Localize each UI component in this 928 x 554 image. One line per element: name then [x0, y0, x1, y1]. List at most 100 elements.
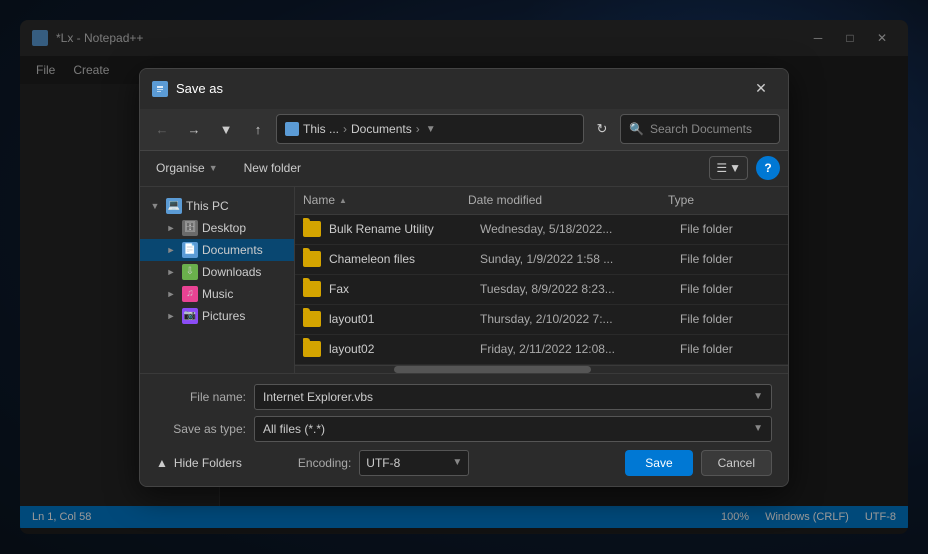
downloads-label: Downloads: [202, 265, 286, 279]
nav-path-segment-2: Documents: [351, 122, 412, 136]
new-folder-button[interactable]: New folder: [234, 157, 311, 179]
sidebar-item-downloads[interactable]: ► ⇩ Downloads: [140, 261, 294, 283]
savetype-label: Save as type:: [156, 422, 246, 436]
documents-expand-icon: ►: [164, 243, 178, 257]
encoding-left: ▲ Hide Folders Encoding: UTF-8 ▼: [156, 450, 469, 476]
scrollbar-thumb[interactable]: [394, 366, 591, 373]
dialog-navbar: ← → ▼ ↑ This ... › Documents › ▼ ↻ 🔍 Sea…: [140, 109, 788, 151]
dialog-sidebar: ▼ 💻 This PC ► 🗄 Desktop ► 📄 Docum: [140, 187, 295, 373]
file-date-4: Friday, 2/11/2022 12:08...: [480, 342, 680, 356]
hide-folders-button[interactable]: ▲ Hide Folders: [156, 456, 242, 470]
table-row[interactable]: Bulk Rename Utility Wednesday, 5/18/2022…: [295, 215, 788, 245]
desktop-label: Desktop: [202, 221, 286, 235]
file-type-1: File folder: [680, 252, 780, 266]
documents-icon: 📄: [182, 242, 198, 258]
dialog-toolbar: Organise ▼ New folder ☰ ▼ ?: [140, 151, 788, 187]
view-toggle-button[interactable]: ☰ ▼: [709, 156, 748, 180]
downloads-expand-icon: ►: [164, 265, 178, 279]
search-placeholder: Search Documents: [650, 122, 752, 136]
col-header-date[interactable]: Date modified: [468, 193, 668, 207]
file-name-1: Chameleon files: [329, 252, 480, 266]
table-row[interactable]: Chameleon files Sunday, 1/9/2022 1:58 ..…: [295, 245, 788, 275]
encoding-dropdown-arrow: ▼: [452, 457, 462, 468]
encoding-row: ▲ Hide Folders Encoding: UTF-8 ▼ Save Ca…: [156, 450, 772, 476]
filename-dropdown-arrow: ▼: [753, 391, 763, 402]
encoding-label: Encoding:: [298, 456, 351, 470]
refresh-button[interactable]: ↻: [588, 115, 616, 143]
file-name-2: Fax: [329, 282, 480, 296]
organise-label: Organise: [156, 161, 205, 175]
col-sort-arrow: ▲: [339, 196, 347, 205]
recent-locations-button[interactable]: ▼: [212, 115, 240, 143]
save-button[interactable]: Save: [625, 450, 692, 476]
cancel-button[interactable]: Cancel: [701, 450, 772, 476]
music-icon: ♫: [182, 286, 198, 302]
nav-path-sep-1: ›: [343, 122, 347, 136]
save-as-dialog: Save as ✕ ← → ▼ ↑ This ... › Documents ›…: [139, 68, 789, 487]
folder-icon: [303, 221, 321, 237]
dialog-file-area: ▼ 💻 This PC ► 🗄 Desktop ► 📄 Docum: [140, 187, 788, 373]
sidebar-item-music[interactable]: ► ♫ Music: [140, 283, 294, 305]
this-pc-label: This PC: [186, 199, 286, 213]
nav-path-icon: [285, 122, 299, 136]
hide-folders-arrow-icon: ▲: [156, 456, 168, 470]
file-date-3: Thursday, 2/10/2022 7:...: [480, 312, 680, 326]
filelist-header: Name ▲ Date modified Type: [295, 187, 788, 215]
savetype-input[interactable]: All files (*.*) ▼: [254, 416, 772, 442]
table-row[interactable]: layout02 Friday, 2/11/2022 12:08... File…: [295, 335, 788, 365]
file-name-3: layout01: [329, 312, 480, 326]
dialog-overlay: Save as ✕ ← → ▼ ↑ This ... › Documents ›…: [0, 0, 928, 554]
search-box[interactable]: 🔍 Search Documents: [620, 114, 780, 144]
nav-path-segment-1: This ...: [303, 122, 339, 136]
filename-label: File name:: [156, 390, 246, 404]
dialog-titlebar: Save as ✕: [140, 69, 788, 109]
dialog-title-icon: [152, 81, 168, 97]
desktop-icon: 🗄: [182, 220, 198, 236]
encoding-select[interactable]: UTF-8 ▼: [359, 450, 469, 476]
downloads-icon: ⇩: [182, 264, 198, 280]
nav-path-bar[interactable]: This ... › Documents › ▼: [276, 114, 584, 144]
pictures-expand-icon: ►: [164, 309, 178, 323]
back-button[interactable]: ←: [148, 115, 176, 143]
sidebar-item-documents[interactable]: ► 📄 Documents: [140, 239, 294, 261]
file-type-0: File folder: [680, 222, 780, 236]
table-row[interactable]: layout01 Thursday, 2/10/2022 7:... File …: [295, 305, 788, 335]
col-header-type[interactable]: Type: [668, 193, 768, 207]
music-label: Music: [202, 287, 286, 301]
filename-row: File name: Internet Explorer.vbs ▼: [156, 384, 772, 410]
pictures-icon: 📷: [182, 308, 198, 324]
pictures-label: Pictures: [202, 309, 286, 323]
organise-button[interactable]: Organise ▼: [148, 157, 226, 179]
file-type-2: File folder: [680, 282, 780, 296]
dialog-close-button[interactable]: ✕: [746, 74, 776, 104]
forward-button[interactable]: →: [180, 115, 208, 143]
encoding-value: UTF-8: [366, 456, 448, 470]
horizontal-scrollbar[interactable]: [295, 365, 788, 373]
up-button[interactable]: ↑: [244, 115, 272, 143]
folder-icon: [303, 341, 321, 357]
search-icon: 🔍: [629, 122, 644, 136]
filename-input[interactable]: Internet Explorer.vbs ▼: [254, 384, 772, 410]
table-row[interactable]: Fax Tuesday, 8/9/2022 8:23... File folde…: [295, 275, 788, 305]
savetype-row: Save as type: All files (*.*) ▼: [156, 416, 772, 442]
sidebar-item-desktop[interactable]: ► 🗄 Desktop: [140, 217, 294, 239]
this-pc-expand-icon: ▼: [148, 199, 162, 213]
view-arrow-icon: ▼: [729, 161, 741, 175]
desktop-expand-icon: ►: [164, 221, 178, 235]
nav-path-sep-2: ›: [416, 122, 420, 136]
dialog-title-text: Save as: [176, 81, 738, 96]
file-name-0: Bulk Rename Utility: [329, 222, 480, 236]
col-header-name[interactable]: Name ▲: [303, 193, 468, 207]
nav-path-dropdown-arrow: ▼: [426, 124, 436, 135]
folder-icon: [303, 311, 321, 327]
action-buttons: Save Cancel: [625, 450, 772, 476]
sidebar-item-this-pc[interactable]: ▼ 💻 This PC: [140, 195, 294, 217]
sidebar-item-pictures[interactable]: ► 📷 Pictures: [140, 305, 294, 327]
filename-value: Internet Explorer.vbs: [263, 390, 753, 404]
file-date-2: Tuesday, 8/9/2022 8:23...: [480, 282, 680, 296]
documents-label: Documents: [202, 243, 286, 257]
file-type-3: File folder: [680, 312, 780, 326]
folder-icon: [303, 281, 321, 297]
file-name-4: layout02: [329, 342, 480, 356]
help-button[interactable]: ?: [756, 156, 780, 180]
